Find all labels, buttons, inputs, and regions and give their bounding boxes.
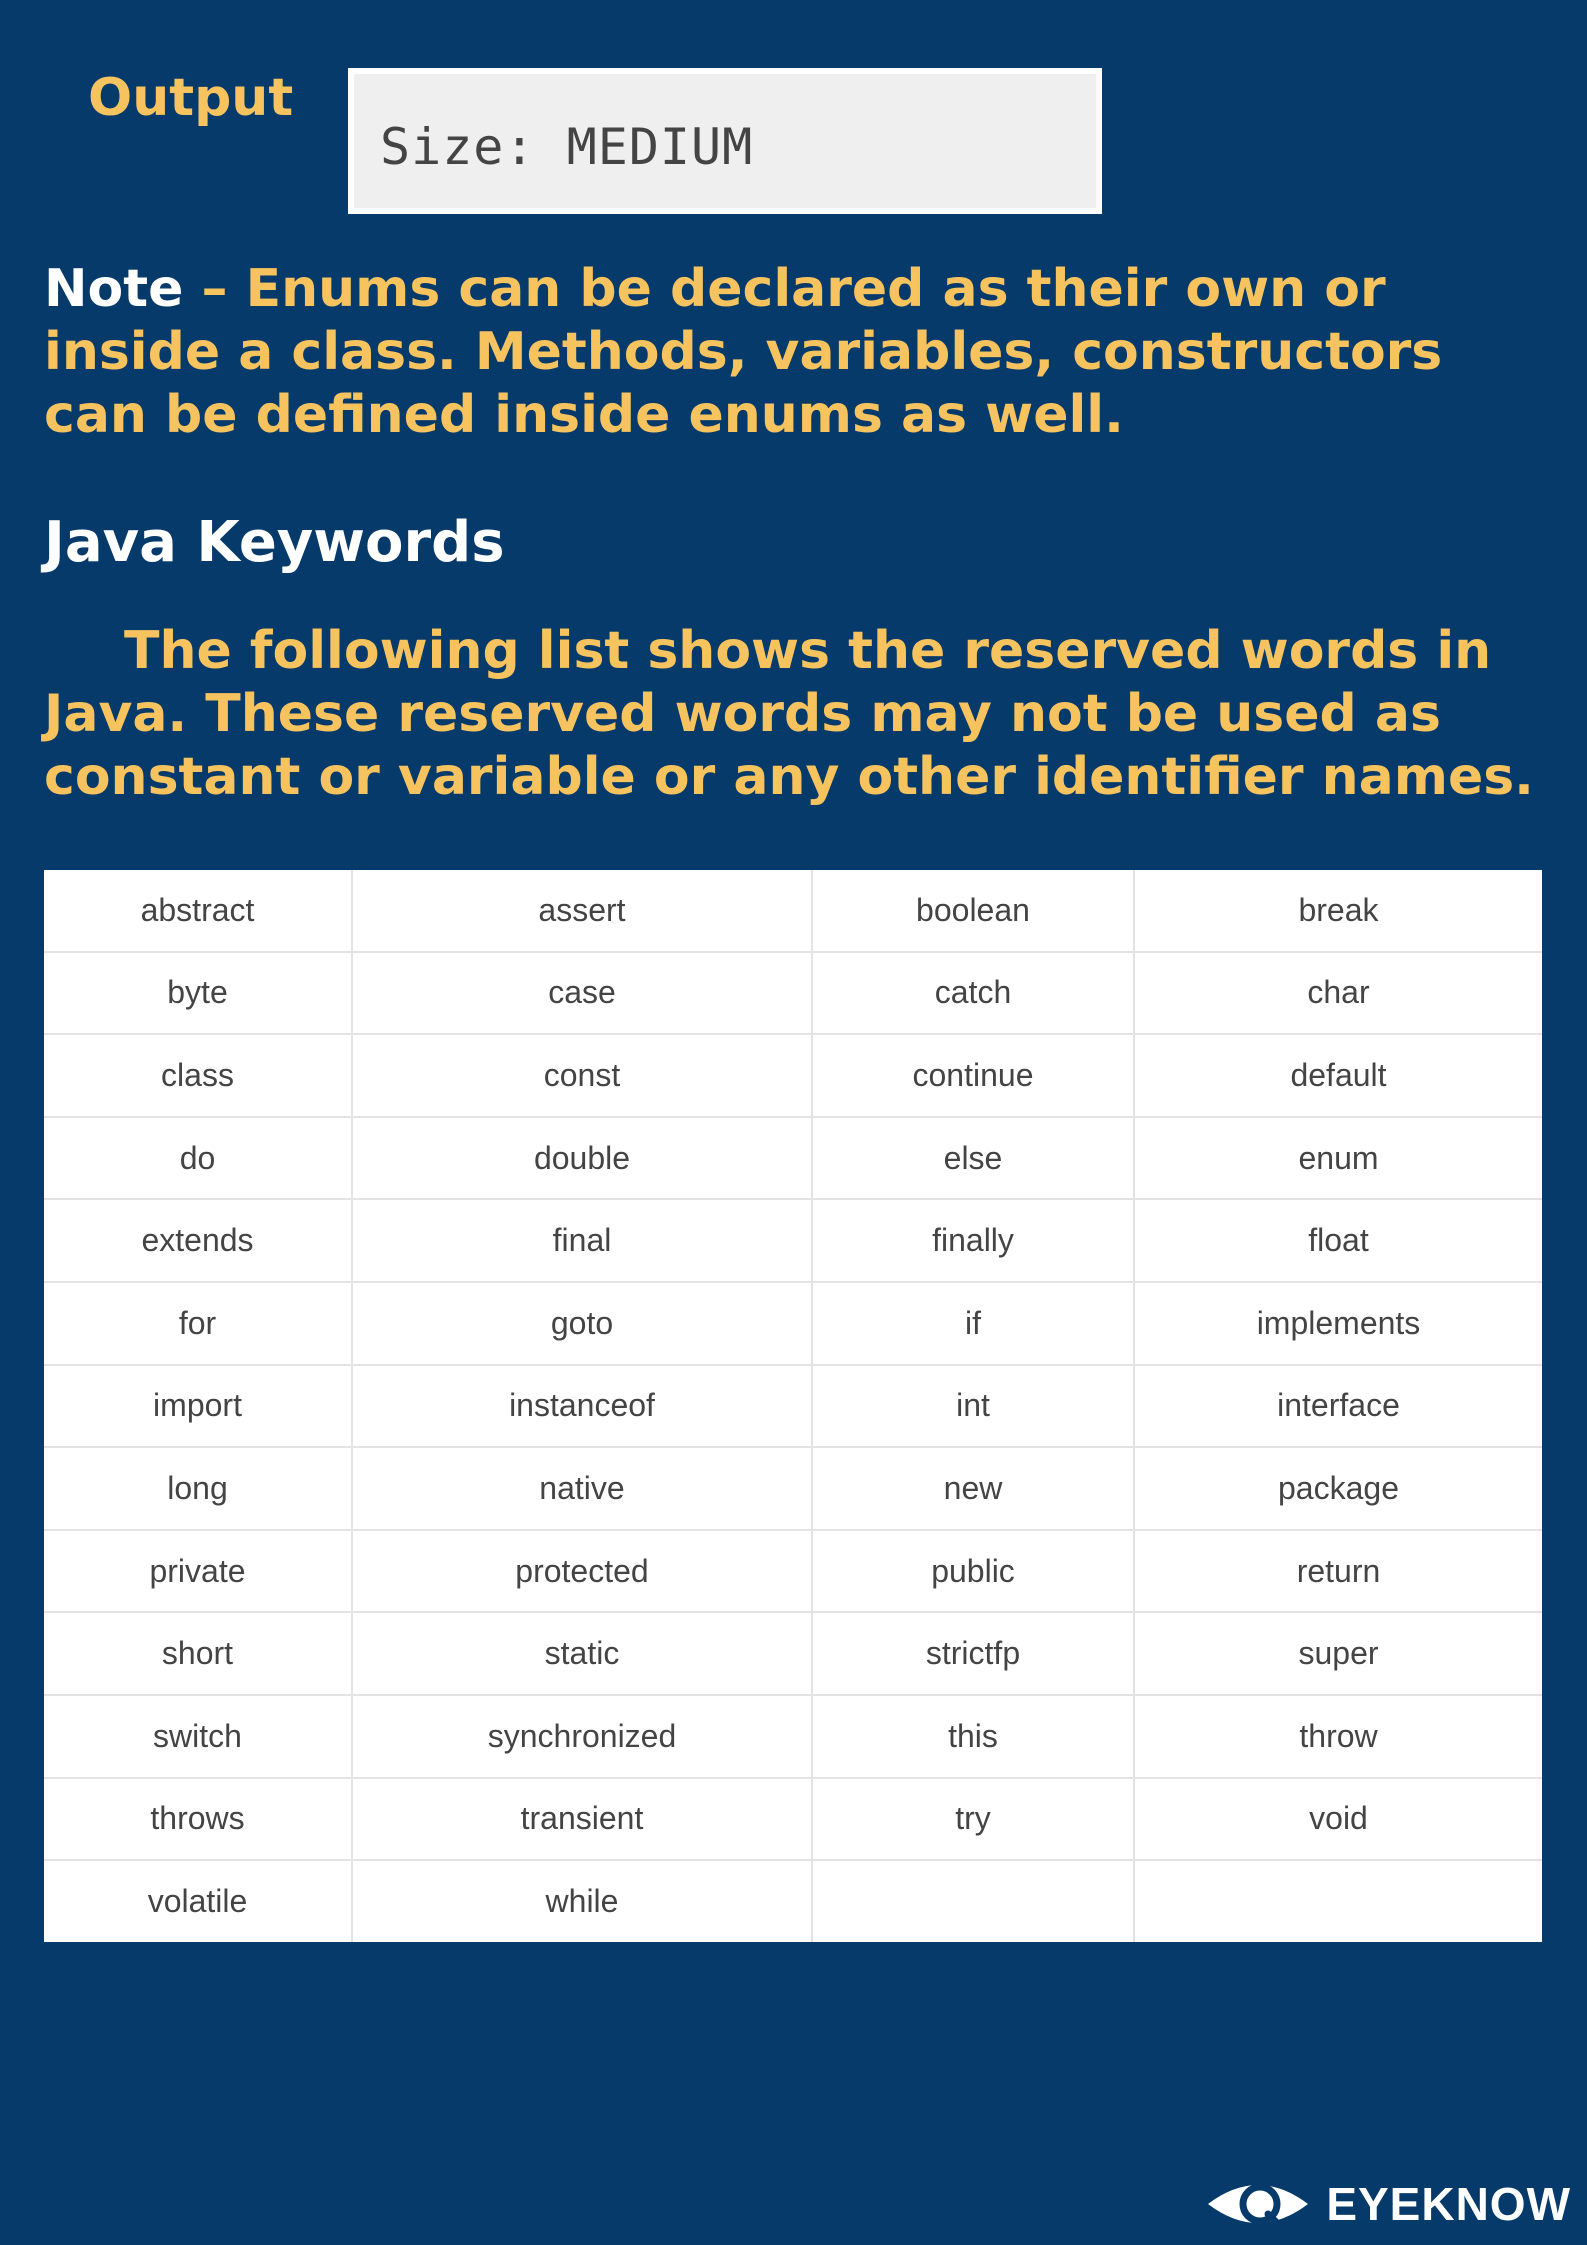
table-row: class const continue default [44,1034,1542,1118]
table-row: private protected public return [44,1529,1542,1614]
keyword-cell: short [44,1612,353,1696]
keyword-cell: else [812,1116,1135,1201]
table-row: short static strictfp super [44,1612,1542,1696]
keyword-cell: switch [44,1694,353,1779]
keyword-cell: interface [1134,1364,1542,1449]
keyword-cell: finally [812,1199,1135,1283]
keyword-cell: float [1134,1199,1542,1283]
keyword-cell: long [44,1447,353,1531]
keyword-cell: do [44,1116,353,1201]
keyword-cell: continue [812,1034,1135,1118]
keyword-cell: default [1134,1034,1542,1118]
keyword-cell: catch [812,951,1135,1036]
keyword-cell: throw [1134,1694,1542,1779]
keyword-cell: case [352,951,813,1036]
keyword-cell: enum [1134,1116,1542,1201]
table-row: byte case catch char [44,951,1542,1036]
keyword-cell: new [812,1447,1135,1531]
table-row: volatile while [44,1860,1542,1942]
keyword-cell: extends [44,1199,353,1283]
table-row: for goto if implements [44,1281,1542,1366]
keyword-cell: break [1134,870,1542,953]
keyword-cell: double [352,1116,813,1201]
keyword-cell: private [44,1529,353,1614]
output-text: Size: MEDIUM [380,118,754,176]
keyword-cell: super [1134,1612,1542,1696]
keyword-cell: strictfp [812,1612,1135,1696]
keyword-cell: return [1134,1529,1542,1614]
intro-paragraph: The following list shows the reserved wo… [44,621,1534,807]
keyword-cell: protected [352,1529,813,1614]
keyword-cell: volatile [44,1860,353,1942]
keywords-table-body: abstract assert boolean break byte case catch c… [44,870,1542,1942]
keyword-cell: implements [1134,1281,1542,1366]
keyword-cell: if [812,1281,1135,1366]
table-row: long native new package [44,1447,1542,1531]
output-label: Output [88,68,294,128]
keyword-cell: void [1134,1777,1542,1862]
note-dash: – [183,259,246,319]
note-text: Enums can be declared as their own or in… [44,259,1443,445]
keyword-cell: throws [44,1777,353,1862]
keyword-cell: int [812,1364,1135,1449]
keyword-cell: boolean [812,870,1135,953]
section-heading: Java Keywords [44,510,505,575]
keyword-cell: synchronized [352,1694,813,1779]
keyword-cell [1134,1860,1542,1942]
table-row: extends final finally float [44,1199,1542,1283]
keyword-cell: class [44,1034,353,1118]
table-row: abstract assert boolean break [44,870,1542,953]
keyword-cell: import [44,1364,353,1449]
keyword-cell: public [812,1529,1135,1614]
table-row: switch synchronized this throw [44,1694,1542,1779]
keyword-cell [812,1860,1135,1942]
note-paragraph: Note – Enums can be declared as their ow… [44,258,1544,447]
keyword-cell: try [812,1777,1135,1862]
keyword-cell: const [352,1034,813,1118]
keyword-cell: for [44,1281,353,1366]
eye-logo-icon [1208,2183,1309,2230]
keyword-cell: native [352,1447,813,1531]
brand-name: EYEKNOW [1326,2178,1571,2230]
keyword-cell: goto [352,1281,813,1366]
keyword-cell: package [1134,1447,1542,1531]
output-box: Size: MEDIUM [348,68,1102,214]
keyword-cell: transient [352,1777,813,1862]
keyword-cell: assert [352,870,813,953]
keyword-cell: static [352,1612,813,1696]
table-row: import instanceof int interface [44,1364,1542,1449]
keywords-table: abstract assert boolean break byte case catch c… [44,870,1542,1942]
table-row: throws transient try void [44,1777,1542,1862]
keyword-cell: final [352,1199,813,1283]
keyword-cell: instanceof [352,1364,813,1449]
brand-logo: EYEKNOW [1204,2176,1571,2232]
note-label: Note [44,259,184,319]
keyword-cell: while [352,1860,813,1942]
keyword-cell: abstract [44,870,353,953]
keyword-cell: byte [44,951,353,1036]
table-row: do double else enum [44,1116,1542,1201]
keyword-cell: this [812,1694,1135,1779]
keyword-cell: char [1134,951,1542,1036]
